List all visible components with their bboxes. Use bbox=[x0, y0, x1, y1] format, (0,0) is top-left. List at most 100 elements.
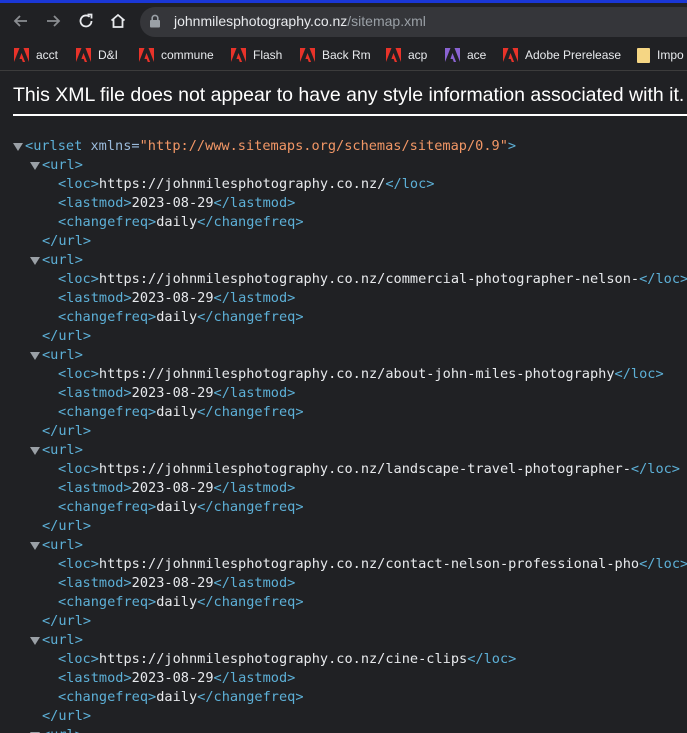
lastmod-line: <lastmod>2023-08-29</lastmod> bbox=[58, 384, 295, 403]
changefreq-line: <changefreq>daily</changefreq> bbox=[58, 213, 304, 232]
url-close-tag: </url> bbox=[42, 232, 91, 251]
lastmod-value: 2023-08-29 bbox=[131, 385, 214, 401]
changefreq-value: daily bbox=[156, 689, 198, 705]
url-close-tag-text: </url> bbox=[42, 518, 92, 534]
bookmark-back-rm[interactable]: Back Rm bbox=[300, 46, 371, 64]
lock-icon bbox=[150, 14, 160, 28]
url-close-tag: </url> bbox=[42, 517, 91, 536]
bookmark-flash[interactable]: Flash bbox=[231, 46, 282, 64]
url-fold-toggle[interactable] bbox=[29, 156, 41, 175]
reload-button[interactable] bbox=[73, 8, 99, 34]
open-tag: <loc> bbox=[58, 271, 99, 287]
xmlns-value: "http://www.sitemaps.org/schemas/sitemap… bbox=[139, 138, 508, 154]
url-close-tag-text: </url> bbox=[42, 233, 92, 249]
lastmod-line: <lastmod>2023-08-29</lastmod> bbox=[58, 194, 295, 213]
reload-icon bbox=[79, 13, 93, 28]
url-fold-toggle[interactable] bbox=[29, 726, 41, 733]
bookmark-acct[interactable]: acct bbox=[14, 46, 58, 64]
urlset-open-line: <urlset xmlns="http://www.sitemaps.org/s… bbox=[25, 138, 517, 154]
lastmod-value: 2023-08-29 bbox=[131, 195, 214, 211]
url-tag: <url> bbox=[42, 442, 83, 458]
adobe-icon bbox=[231, 48, 246, 62]
url-fold-toggle[interactable] bbox=[29, 441, 41, 460]
bookmark-ace[interactable]: ace bbox=[445, 46, 486, 64]
open-tag: <changefreq> bbox=[58, 309, 157, 325]
url-open-tag: <url> bbox=[42, 156, 83, 175]
forward-button[interactable] bbox=[40, 8, 66, 34]
close-tag: </changefreq> bbox=[197, 499, 304, 515]
url-fold-toggle[interactable] bbox=[29, 346, 41, 365]
address-bar[interactable]: johnmilesphotography.co.nz/sitemap.xml bbox=[140, 7, 687, 37]
adobe-icon bbox=[503, 48, 518, 62]
bookmark-label: Flash bbox=[253, 48, 283, 62]
loc-value: https://johnmilesphotography.co.nz/conta… bbox=[98, 556, 640, 572]
bookmark-label: acp bbox=[408, 48, 428, 62]
url-path: /sitemap.xml bbox=[347, 13, 426, 29]
open-tag: <loc> bbox=[58, 176, 99, 192]
close-tag: </loc> bbox=[639, 556, 687, 572]
url-fold-toggle[interactable] bbox=[29, 536, 41, 555]
xml-notice-text: This XML file does not appear to have an… bbox=[13, 84, 687, 106]
purple-adobe-icon bbox=[445, 48, 460, 62]
lastmod-line: <lastmod>2023-08-29</lastmod> bbox=[58, 669, 295, 688]
open-tag: <changefreq> bbox=[58, 214, 157, 230]
bookmark-label: commune bbox=[161, 48, 214, 62]
url-fold-toggle[interactable] bbox=[29, 251, 41, 270]
adobe-icon bbox=[139, 48, 154, 62]
loc-line: <loc>https://johnmilesphotography.co.nz/… bbox=[58, 460, 680, 479]
lastmod-line: <lastmod>2023-08-29</lastmod> bbox=[58, 574, 295, 593]
changefreq-line: <changefreq>daily</changefreq> bbox=[58, 308, 304, 327]
url-tag: <url> bbox=[42, 727, 83, 733]
bookmark-acp[interactable]: acp bbox=[386, 46, 427, 64]
lastmod-line: <lastmod>2023-08-29</lastmod> bbox=[58, 479, 295, 498]
url-tag: <url> bbox=[42, 347, 83, 363]
close-tag: </changefreq> bbox=[197, 594, 304, 610]
close-tag: </lastmod> bbox=[213, 385, 296, 401]
url-open-tag: <url> bbox=[42, 536, 83, 555]
close-tag: </loc> bbox=[467, 651, 517, 667]
close-tag: </changefreq> bbox=[197, 689, 304, 705]
collapse-triangle-icon bbox=[13, 143, 23, 151]
home-button[interactable] bbox=[105, 8, 131, 34]
bookmark-impo[interactable]: Impo bbox=[637, 46, 684, 64]
url-open-tag: <url> bbox=[42, 441, 83, 460]
url-tag: <url> bbox=[42, 537, 83, 553]
lastmod-value: 2023-08-29 bbox=[131, 575, 214, 591]
bookmark-label: Adobe Prerelease bbox=[525, 48, 622, 62]
url-close-tag: </url> bbox=[42, 422, 91, 441]
bookmark-adobe-prerelease[interactable]: Adobe Prerelease bbox=[503, 46, 621, 64]
url-open-tag: <url> bbox=[42, 346, 83, 365]
bookmark-commune[interactable]: commune bbox=[139, 46, 214, 64]
loc-value: https://johnmilesphotography.co.nz/cine-… bbox=[98, 651, 468, 667]
bookmarks-bar: acct D&I commune Flash Back Rm acp ace A… bbox=[0, 40, 687, 71]
changefreq-value: daily bbox=[156, 309, 198, 325]
bookmark-d-and-i[interactable]: D&I bbox=[76, 46, 118, 64]
back-button[interactable] bbox=[8, 8, 34, 34]
changefreq-value: daily bbox=[156, 594, 198, 610]
url-close-tag-text: </url> bbox=[42, 423, 92, 439]
close-tag: </changefreq> bbox=[197, 404, 304, 420]
collapse-triangle-icon bbox=[30, 162, 40, 170]
lastmod-value: 2023-08-29 bbox=[131, 480, 214, 496]
bookmark-label: Back Rm bbox=[322, 48, 371, 62]
open-tag: <changefreq> bbox=[58, 404, 157, 420]
url-fold-toggle[interactable] bbox=[29, 631, 41, 650]
url-host: johnmilesphotography.co.nz bbox=[174, 13, 348, 29]
open-tag: <loc> bbox=[58, 461, 99, 477]
open-tag: <loc> bbox=[58, 651, 99, 667]
open-tag: <changefreq> bbox=[58, 499, 157, 515]
collapse-triangle-icon bbox=[30, 542, 40, 550]
lastmod-value: 2023-08-29 bbox=[131, 670, 214, 686]
close-tag: </lastmod> bbox=[213, 480, 296, 496]
folder-icon bbox=[637, 47, 650, 63]
bookmark-label: D&I bbox=[98, 48, 119, 62]
adobe-icon bbox=[300, 48, 315, 62]
changefreq-line: <changefreq>daily</changefreq> bbox=[58, 403, 304, 422]
urlset-fold-toggle[interactable] bbox=[12, 137, 24, 156]
lastmod-line: <lastmod>2023-08-29</lastmod> bbox=[58, 289, 295, 308]
changefreq-line: <changefreq>daily</changefreq> bbox=[58, 593, 304, 612]
adobe-icon bbox=[386, 48, 401, 62]
adobe-icon bbox=[76, 48, 91, 62]
loc-line: <loc>https://johnmilesphotography.co.nz/… bbox=[58, 555, 687, 574]
open-tag: <lastmod> bbox=[58, 575, 132, 591]
